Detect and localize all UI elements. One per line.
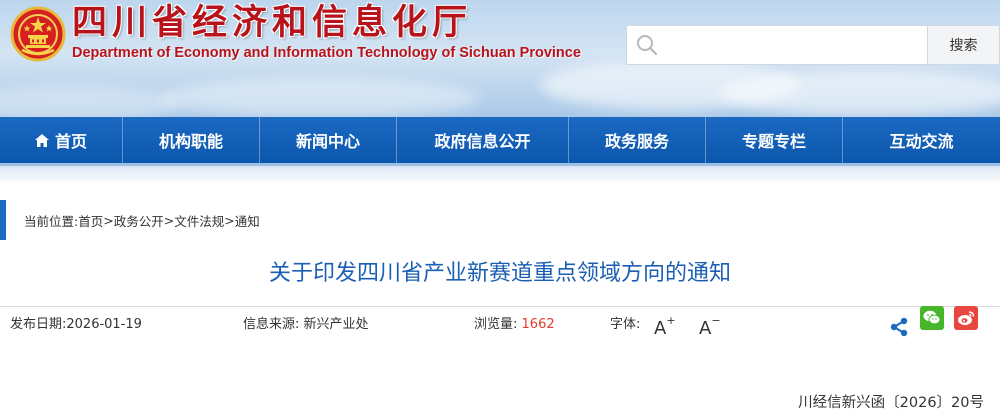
nav-item-interaction[interactable]: 互动交流 — [843, 117, 1000, 163]
breadcrumb-separator: > — [103, 212, 114, 228]
main-nav: 首页 机构职能 新闻中心 政府信息公开 政务服务 专题专栏 互动交流 — [0, 117, 1000, 163]
breadcrumb-item-notices[interactable]: 通知 — [235, 211, 260, 230]
document-number: 川经信新兴函〔2026〕20号 — [798, 395, 984, 411]
site-subtitle: Department of Economy and Information Te… — [72, 45, 581, 61]
breadcrumb-item-regulations[interactable]: 文件法规 — [174, 211, 224, 230]
view-count-value: 1662 — [521, 317, 555, 332]
nav-item-home[interactable]: 首页 — [0, 117, 123, 163]
header-banner: 四川省经济和信息化厅 Department of Economy and Inf… — [0, 0, 1000, 117]
nav-item-organization[interactable]: 机构职能 — [123, 117, 260, 163]
national-emblem-icon[interactable] — [10, 6, 66, 62]
weibo-share-icon[interactable] — [954, 306, 978, 330]
font-increase-sign: + — [666, 314, 676, 327]
search-box — [626, 25, 928, 65]
breadcrumb-separator: > — [224, 212, 235, 228]
breadcrumb-item-gov-affairs[interactable]: 政务公开 — [114, 211, 164, 230]
publish-date: 发布日期:2026-01-19 — [10, 316, 142, 334]
font-decrease-button[interactable]: A− — [699, 313, 721, 340]
font-increase-button[interactable]: A+ — [654, 313, 676, 340]
nav-item-label: 首页 — [54, 132, 87, 151]
breadcrumb-separator: > — [163, 212, 175, 228]
breadcrumb-item-home[interactable]: 首页 — [78, 211, 103, 230]
font-size-label: 字体: — [610, 317, 641, 332]
font-decrease-letter: A — [699, 318, 712, 339]
publish-date-label: 发布日期: — [10, 317, 67, 332]
nav-divider-line — [0, 163, 1000, 166]
share-icon[interactable] — [888, 316, 910, 338]
info-source: 信息来源: 新兴产业处 — [243, 316, 369, 334]
banner-cloud — [720, 70, 1000, 116]
nav-item-label: 专题专栏 — [741, 132, 806, 151]
article-meta: 发布日期:2026-01-19 信息来源: 新兴产业处 浏览量: 1662 字体… — [0, 306, 1000, 342]
search-input[interactable] — [667, 27, 927, 63]
nav-item-news[interactable]: 新闻中心 — [260, 117, 397, 163]
view-count-label: 浏览量: — [474, 317, 518, 332]
breadcrumb-prefix: 当前位置: — [24, 213, 79, 229]
nav-item-gov-info[interactable]: 政府信息公开 — [397, 117, 569, 163]
nav-item-label: 机构职能 — [158, 132, 223, 151]
banner-cloud — [160, 78, 480, 117]
wechat-share-icon[interactable] — [920, 306, 944, 330]
nav-item-label: 政务服务 — [604, 132, 669, 151]
search-button[interactable]: 搜索 — [928, 25, 1000, 65]
nav-item-topics[interactable]: 专题专栏 — [706, 117, 843, 163]
search-icon — [627, 26, 667, 64]
nav-item-services[interactable]: 政务服务 — [569, 117, 706, 163]
nav-item-label: 政府信息公开 — [434, 132, 531, 151]
article-title: 关于印发四川省产业新赛道重点领域方向的通知 — [268, 261, 731, 286]
font-decrease-sign: − — [711, 314, 721, 327]
view-count: 浏览量: 1662 — [474, 316, 555, 334]
nav-item-label: 新闻中心 — [295, 132, 360, 151]
publish-date-value: 2026-01-19 — [66, 317, 142, 332]
banner-cloud — [0, 86, 180, 117]
home-icon — [34, 133, 49, 147]
site-title: 四川省经济和信息化厅 — [72, 2, 473, 43]
info-source-value: 新兴产业处 — [303, 317, 369, 332]
breadcrumb: 当前位置: 首页 > 政务公开 > 文件法规 > 通知 — [0, 200, 1000, 240]
info-source-label: 信息来源: — [243, 317, 300, 332]
nav-item-label: 互动交流 — [889, 132, 954, 151]
font-increase-letter: A — [654, 318, 667, 339]
